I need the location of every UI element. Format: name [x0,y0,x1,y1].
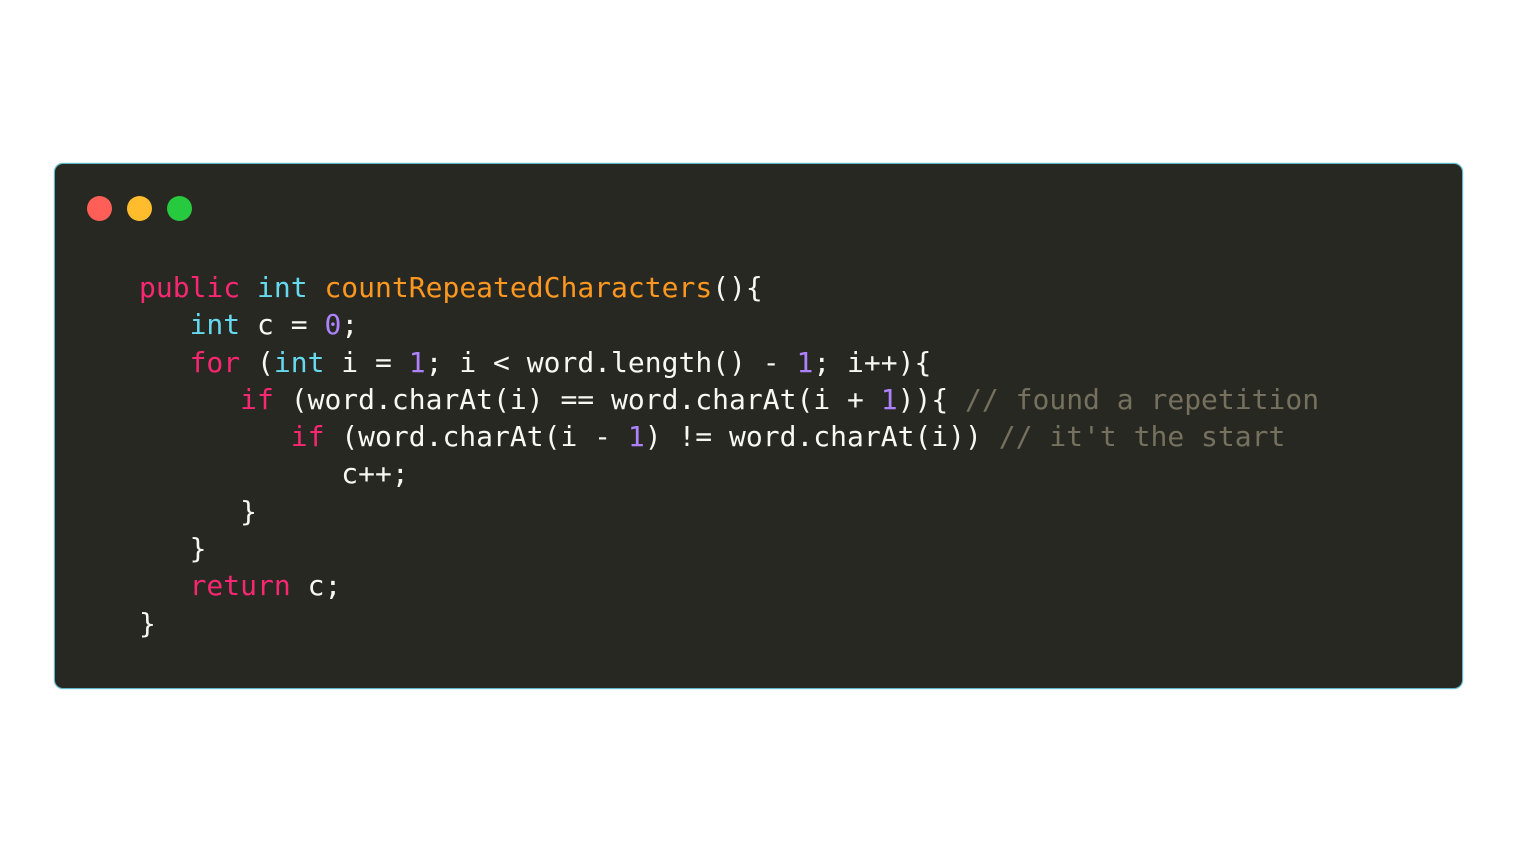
code-line: for (int i = 1; i < word.length() - 1; i… [139,344,1319,381]
code-token: 0 [324,308,342,342]
code-line: public int countRepeatedCharacters(){ [139,269,1319,306]
code-token: } [139,494,258,528]
close-button[interactable] [87,196,112,221]
code-line: if (word.charAt(i - 1) != word.charAt(i)… [139,418,1319,455]
code-token: int [189,308,241,342]
code-token: if [290,420,325,454]
code-token: ; i < word.length() - [425,345,797,379]
code-token: for [189,345,241,379]
code-token: ; i++){ [813,345,932,379]
code-line: } [139,493,1319,530]
minimize-button[interactable] [127,196,152,221]
code-token: )){ [897,382,966,416]
code-token: } [139,606,156,640]
code-line: if (word.charAt(i) == word.charAt(i + 1)… [139,381,1319,418]
code-line: c++; [139,455,1319,492]
code-token: c; [290,569,342,603]
code-token: return [189,569,291,603]
code-token: 1 [796,345,814,379]
code-token: ; [341,308,359,342]
code-token: c++; [139,457,409,491]
code-token: int [273,345,325,379]
code-token: ( [240,345,274,379]
zoom-button[interactable] [167,196,192,221]
code-token: 1 [627,420,645,454]
code-token: i = [324,345,409,379]
code-token: if [240,382,274,416]
code-comment: // found a repetition [965,382,1320,416]
code-token: (word.charAt(i) == word.charAt(i + [273,382,881,416]
code-token: (){ [712,271,763,304]
code-line: } [139,530,1319,567]
window-controls [87,196,192,221]
canvas: public int countRepeatedCharacters(){ in… [0,0,1518,852]
code-token: } [139,532,207,566]
code-line: return c; [139,567,1319,604]
code-line: } [139,605,1319,642]
code-line: int c = 0; [139,306,1319,343]
code-token: (word.charAt(i - [324,420,628,454]
code-comment: // it't the start [998,420,1286,454]
code-token: public [139,271,241,304]
code-block: public int countRepeatedCharacters(){ in… [139,269,1319,642]
code-token: ) != word.charAt(i)) [644,420,999,454]
code-token: c = [240,308,325,342]
code-token: 1 [408,345,426,379]
code-window: public int countRepeatedCharacters(){ in… [54,163,1463,689]
code-token: countRepeatedCharacters [324,271,713,304]
code-token: 1 [880,382,898,416]
code-token: int [257,271,308,304]
